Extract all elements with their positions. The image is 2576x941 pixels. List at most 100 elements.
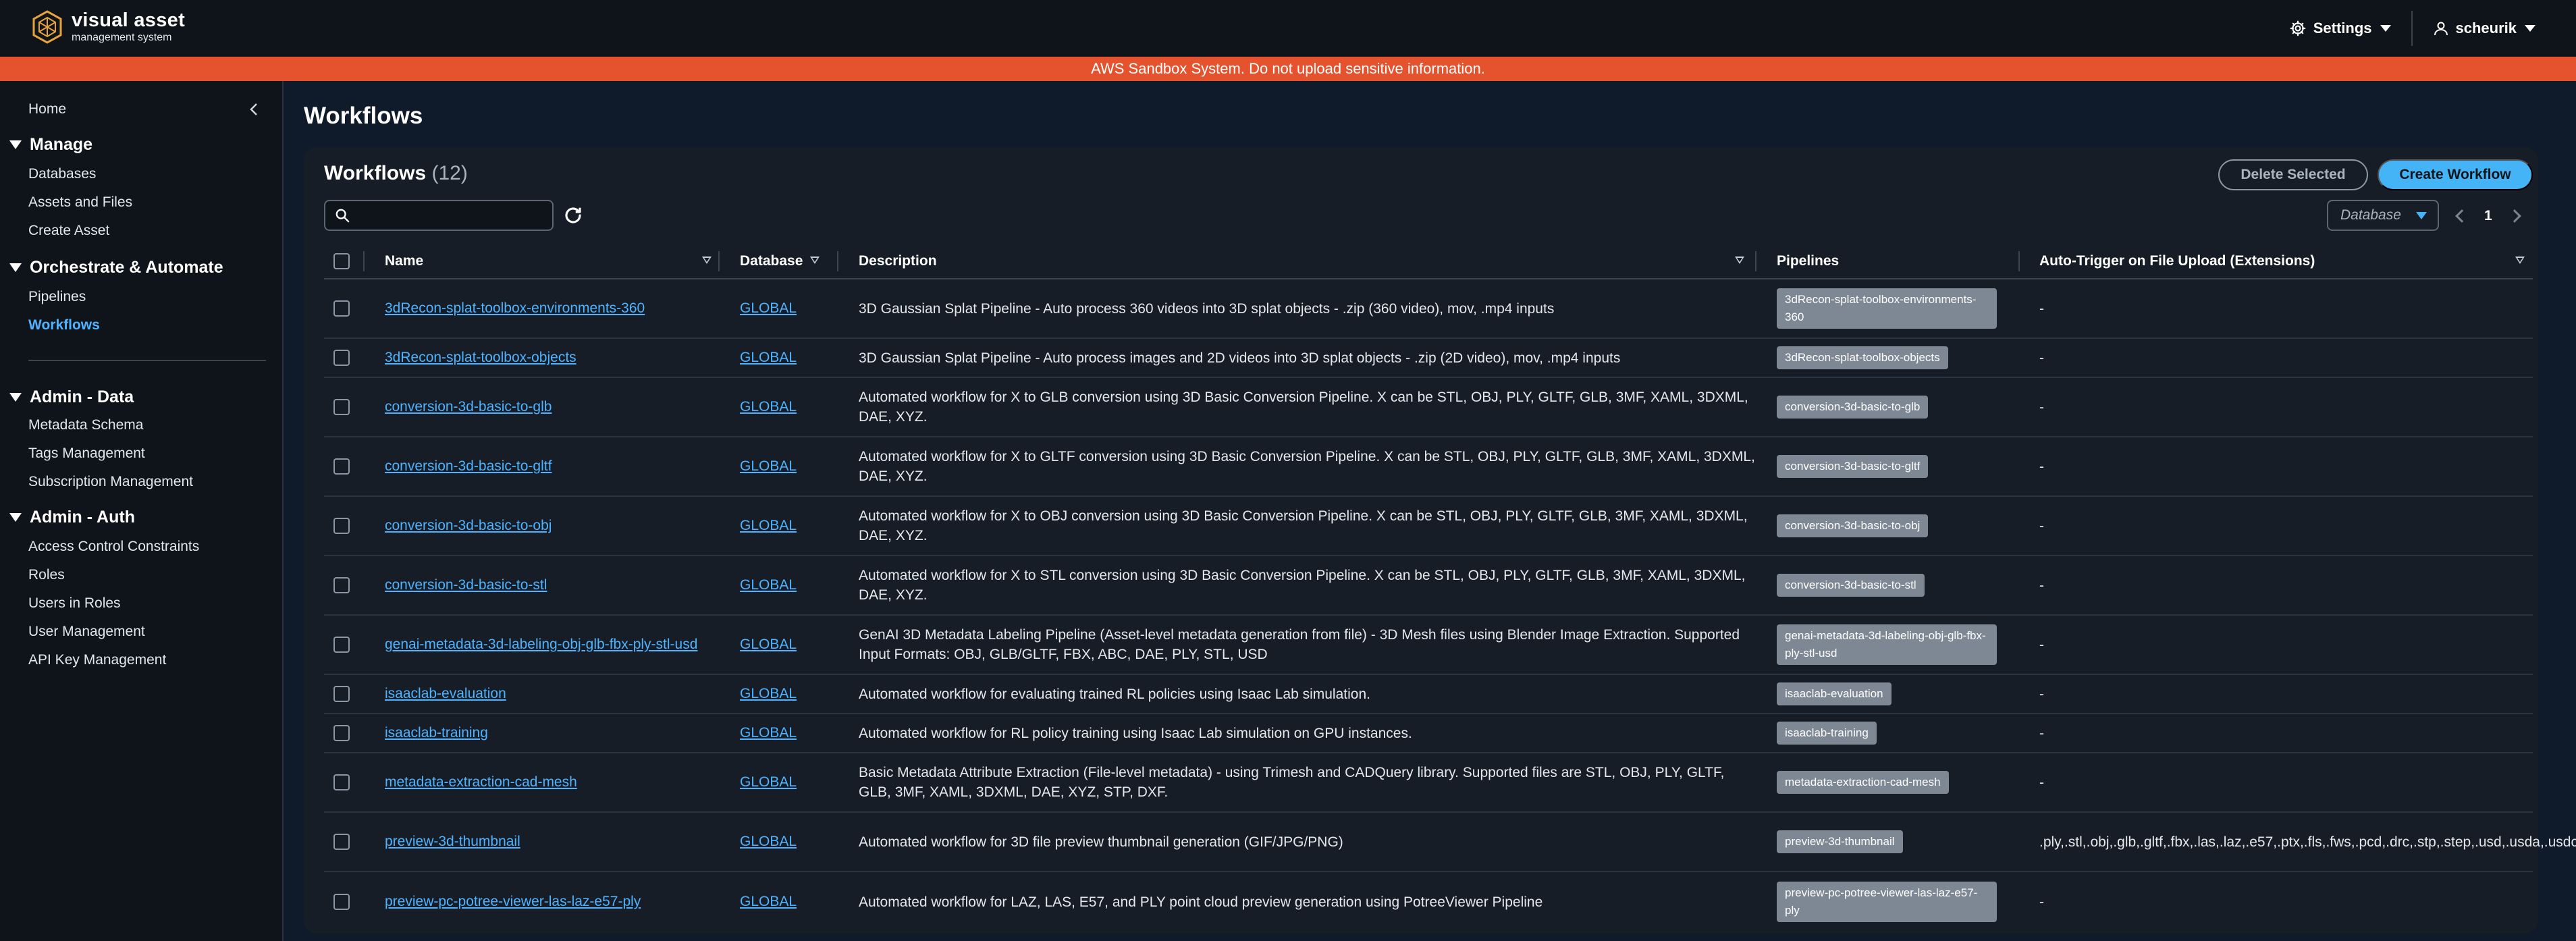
- select-all-checkbox[interactable]: [333, 253, 350, 269]
- database-link[interactable]: GLOBAL: [740, 300, 797, 317]
- database-link[interactable]: GLOBAL: [740, 774, 797, 790]
- sidebar-section-label: Admin - Auth: [30, 508, 135, 527]
- sidebar-item-pipelines[interactable]: Pipelines: [28, 289, 86, 305]
- collapse-sidebar-icon[interactable]: [246, 101, 262, 117]
- sidebar-item-databases[interactable]: Databases: [28, 166, 96, 182]
- chevron-down-icon: [2380, 25, 2391, 32]
- sort-icon[interactable]: [1735, 257, 1744, 264]
- workflow-name-link[interactable]: 3dRecon-splat-toolbox-environments-360: [385, 300, 645, 317]
- row-checkbox[interactable]: [333, 577, 350, 593]
- pipeline-chip: conversion-3d-basic-to-obj: [1777, 514, 1929, 537]
- current-page[interactable]: 1: [2484, 208, 2492, 224]
- database-link[interactable]: GLOBAL: [740, 894, 797, 910]
- table-row[interactable]: conversion-3d-basic-to-obj GLOBAL Automa…: [324, 497, 2533, 556]
- row-checkbox[interactable]: [333, 894, 350, 910]
- sidebar-item-home[interactable]: Home: [28, 101, 66, 117]
- delete-selected-button[interactable]: Delete Selected: [2218, 159, 2368, 190]
- sort-icon[interactable]: [702, 257, 712, 264]
- database-link[interactable]: GLOBAL: [740, 577, 797, 593]
- column-header-pipelines[interactable]: Pipelines: [1777, 243, 1839, 279]
- sidebar-section-admin-auth[interactable]: Admin - Auth: [9, 508, 135, 527]
- user-icon: [2434, 22, 2448, 36]
- sort-icon[interactable]: [810, 257, 820, 264]
- database-link[interactable]: GLOBAL: [740, 637, 797, 653]
- database-link[interactable]: GLOBAL: [740, 725, 797, 741]
- table-row[interactable]: preview-3d-thumbnail GLOBAL Automated wo…: [324, 813, 2576, 872]
- sidebar-section-orchestrate[interactable]: Orchestrate & Automate: [9, 258, 223, 277]
- sidebar-item-api-key-management[interactable]: API Key Management: [28, 652, 166, 668]
- sidebar-item-users-in-roles[interactable]: Users in Roles: [28, 595, 121, 612]
- sidebar-item-access-control-constraints[interactable]: Access Control Constraints: [28, 539, 199, 555]
- sidebar-item-create-asset[interactable]: Create Asset: [28, 223, 109, 239]
- table-row[interactable]: isaaclab-evaluation GLOBAL Automated wor…: [324, 675, 2533, 714]
- workflow-name-link[interactable]: conversion-3d-basic-to-glb: [385, 399, 552, 415]
- refresh-icon[interactable]: [563, 205, 583, 225]
- auto-trigger-value: -: [2039, 637, 2044, 653]
- table-row[interactable]: 3dRecon-splat-toolbox-environments-360 G…: [324, 279, 2533, 339]
- sidebar-item-tags-management[interactable]: Tags Management: [28, 446, 145, 462]
- table-row[interactable]: conversion-3d-basic-to-gltf GLOBAL Autom…: [324, 437, 2533, 497]
- row-checkbox[interactable]: [333, 686, 350, 702]
- sidebar-item-workflows[interactable]: Workflows: [28, 317, 100, 333]
- database-filter-select[interactable]: Database: [2327, 200, 2439, 231]
- row-checkbox[interactable]: [333, 637, 350, 653]
- search-box[interactable]: [324, 200, 554, 231]
- row-checkbox[interactable]: [333, 458, 350, 475]
- workflow-name-link[interactable]: genai-metadata-3d-labeling-obj-glb-fbx-p…: [385, 637, 697, 653]
- database-link[interactable]: GLOBAL: [740, 350, 797, 366]
- next-page-icon[interactable]: [2507, 209, 2521, 223]
- user-menu-button[interactable]: scheurik: [2433, 20, 2535, 37]
- chevron-down-icon: [2525, 25, 2535, 32]
- row-checkbox[interactable]: [333, 300, 350, 317]
- workflow-name-link[interactable]: conversion-3d-basic-to-gltf: [385, 458, 552, 475]
- workflow-description: Automated workflow for X to STL conversi…: [859, 568, 1746, 603]
- search-input[interactable]: [356, 207, 545, 223]
- sidebar-section-admin-data[interactable]: Admin - Data: [9, 387, 134, 407]
- sidebar-item-metadata-schema[interactable]: Metadata Schema: [28, 417, 143, 433]
- sidebar-item-user-management[interactable]: User Management: [28, 624, 145, 640]
- database-link[interactable]: GLOBAL: [740, 458, 797, 475]
- row-checkbox[interactable]: [333, 725, 350, 741]
- table-row[interactable]: isaaclab-training GLOBAL Automated workf…: [324, 714, 2533, 753]
- column-header-auto-trigger[interactable]: Auto-Trigger on File Upload (Extensions): [2039, 243, 2315, 279]
- sort-icon[interactable]: [2515, 257, 2525, 264]
- column-header-description[interactable]: Description: [859, 243, 937, 279]
- column-header-name[interactable]: Name: [385, 243, 423, 279]
- database-link[interactable]: GLOBAL: [740, 518, 797, 534]
- workflow-name-link[interactable]: isaaclab-evaluation: [385, 686, 506, 702]
- table-row[interactable]: conversion-3d-basic-to-glb GLOBAL Automa…: [324, 378, 2533, 437]
- settings-button[interactable]: Settings: [2289, 20, 2391, 37]
- pipeline-chip: conversion-3d-basic-to-glb: [1777, 396, 1929, 419]
- table-row[interactable]: preview-pc-potree-viewer-las-laz-e57-ply…: [324, 872, 2533, 932]
- workflow-name-link[interactable]: preview-pc-potree-viewer-las-laz-e57-ply: [385, 894, 641, 910]
- database-link[interactable]: GLOBAL: [740, 834, 797, 850]
- workflow-name-link[interactable]: 3dRecon-splat-toolbox-objects: [385, 350, 576, 366]
- workflow-name-link[interactable]: isaaclab-training: [385, 725, 488, 741]
- row-checkbox[interactable]: [333, 774, 350, 790]
- column-header-database[interactable]: Database: [740, 243, 803, 279]
- table-row[interactable]: metadata-extraction-cad-mesh GLOBAL Basi…: [324, 753, 2533, 813]
- workflow-name-link[interactable]: conversion-3d-basic-to-stl: [385, 577, 547, 593]
- row-checkbox[interactable]: [333, 399, 350, 415]
- auto-trigger-value: -: [2039, 518, 2044, 534]
- sidebar-item-assets-and-files[interactable]: Assets and Files: [28, 194, 132, 211]
- database-link[interactable]: GLOBAL: [740, 399, 797, 415]
- workflow-name-link[interactable]: preview-3d-thumbnail: [385, 834, 520, 850]
- workflow-name-link[interactable]: conversion-3d-basic-to-obj: [385, 518, 552, 534]
- create-workflow-button[interactable]: Create Workflow: [2378, 159, 2533, 190]
- table-row[interactable]: genai-metadata-3d-labeling-obj-glb-fbx-p…: [324, 616, 2533, 675]
- sidebar-section-manage[interactable]: Manage: [9, 135, 92, 155]
- table-row[interactable]: conversion-3d-basic-to-stl GLOBAL Automa…: [324, 556, 2533, 616]
- table-row[interactable]: 3dRecon-splat-toolbox-objects GLOBAL 3D …: [324, 339, 2533, 378]
- database-link[interactable]: GLOBAL: [740, 686, 797, 702]
- sidebar-item-roles[interactable]: Roles: [28, 567, 65, 583]
- pagination: 1: [2455, 204, 2521, 228]
- previous-page-icon[interactable]: [2455, 209, 2469, 223]
- brand[interactable]: visual asset management system: [30, 9, 185, 45]
- sidebar-item-subscription-management[interactable]: Subscription Management: [28, 474, 193, 490]
- row-checkbox[interactable]: [333, 350, 350, 366]
- workflow-description: Automated workflow for X to GLTF convers…: [859, 449, 1755, 484]
- row-checkbox[interactable]: [333, 518, 350, 534]
- workflow-name-link[interactable]: metadata-extraction-cad-mesh: [385, 774, 577, 790]
- row-checkbox[interactable]: [333, 834, 350, 850]
